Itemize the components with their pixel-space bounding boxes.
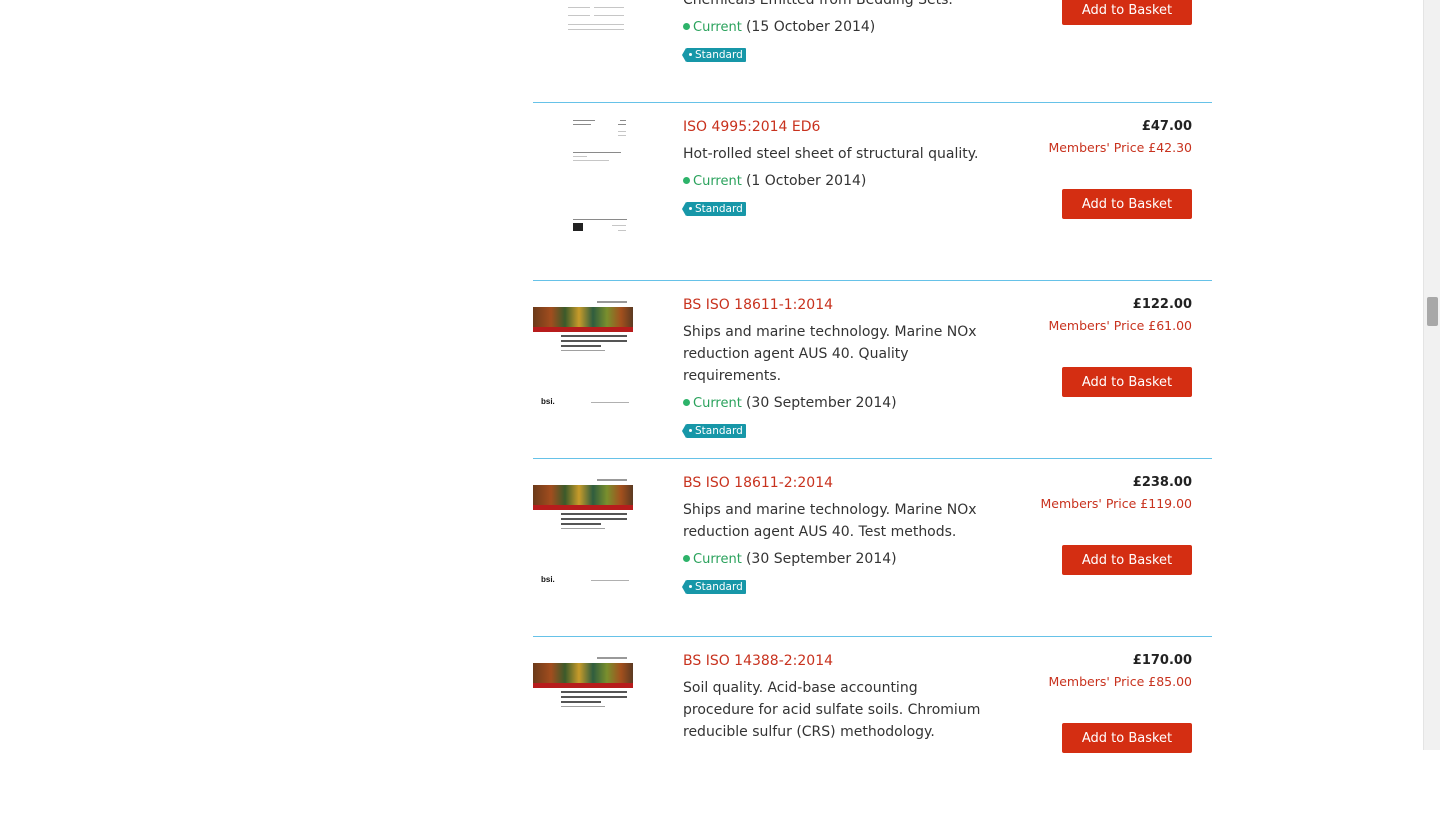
product-description: Soil quality. Acid-base accounting proce… [683,680,981,740]
members-price: Members' Price £119.00 [1040,496,1193,511]
product-description: Hot-rolled steel sheet of structural qua… [683,146,979,162]
tag-icon [689,207,692,210]
tag-icon [689,429,692,432]
price: £170.00 [1132,653,1192,668]
add-to-basket-button[interactable]: Add to Basket [1062,0,1192,25]
product-description: Chemicals Emitted from Bedding Sets. [683,0,953,8]
status-label: Current [693,20,742,35]
price: £47.00 [1141,119,1192,134]
product-cover-thumbnail[interactable]: bsi. [533,293,633,423]
page-scrollbar[interactable] [1423,0,1440,750]
status-date: (30 September 2014) [745,395,897,411]
tag-icon [689,585,692,588]
add-to-basket-button[interactable]: Add to Basket [1062,367,1192,397]
product-description: Ships and marine technology. Marine NOx … [683,502,977,540]
result-item: bsi. BS ISO 18611-1:2014 Ships and marin… [533,280,1212,458]
status-date: (15 October 2014) [745,19,876,35]
search-results-list: Chemicals Emitted from Bedding Sets. Cur… [533,0,1212,814]
product-status: Current (1 October 2014) [683,171,983,192]
product-type-label: Standard [695,425,743,437]
product-code-link[interactable]: BS ISO 18611-2:2014 [683,473,983,493]
product-type-tag: Standard [682,202,746,216]
add-to-basket-button[interactable]: Add to Basket [1062,723,1192,753]
product-type-label: Standard [695,49,743,61]
product-code-link[interactable]: ISO 4995:2014 ED6 [683,117,983,137]
status-dot-icon [683,23,690,30]
add-to-basket-button[interactable]: Add to Basket [1062,189,1192,219]
status-label: Current [693,174,742,189]
add-to-basket-button[interactable]: Add to Basket [1062,545,1192,575]
pricing: £122.00 Members' Price £61.00 Add to Bas… [972,295,1192,397]
pricing: £47.00 Members' Price £42.30 Add to Bask… [972,117,1192,219]
product-cover-thumbnail[interactable] [533,649,633,779]
result-item: Chemicals Emitted from Bedding Sets. Cur… [533,0,1212,102]
pricing: £238.00 Members' Price £119.00 Add to Ba… [972,473,1193,575]
result-item: ISO 4995:2014 ED6 Hot-rolled steel sheet… [533,102,1212,280]
members-price: Members' Price £61.00 [1048,318,1192,333]
status-date: (1 October 2014) [745,173,867,189]
pricing: £170.00 Members' Price £85.00 Add to Bas… [972,651,1192,753]
tag-icon [689,53,692,56]
status-dot-icon [683,177,690,184]
status-label: Current [693,396,742,411]
product-type-tag: Standard [682,424,746,438]
result-item: bsi. BS ISO 18611-2:2014 Ships and marin… [533,458,1212,636]
product-cover-thumbnail[interactable] [533,115,633,245]
product-type-tag: Standard [682,580,746,594]
product-type-label: Standard [695,581,743,593]
price: £238.00 [1132,475,1192,490]
result-item: BS ISO 14388-2:2014 Soil quality. Acid-b… [533,636,1212,814]
scrollbar-thumb[interactable] [1427,297,1438,326]
status-dot-icon [683,399,690,406]
status-dot-icon [683,555,690,562]
product-cover-thumbnail[interactable] [533,0,633,67]
product-status: Current (30 September 2014) [683,393,983,414]
status-date: (30 September 2014) [745,551,897,567]
product-status: Current (30 September 2014) [683,549,983,570]
bsi-logo: bsi. [541,575,555,584]
bsi-logo: bsi. [541,397,555,406]
status-label: Current [693,552,742,567]
product-type-tag: Standard [682,48,746,62]
members-price: Members' Price £42.30 [1048,140,1192,155]
product-description: Ships and marine technology. Marine NOx … [683,324,977,384]
product-code-link[interactable]: BS ISO 18611-1:2014 [683,295,983,315]
product-status: Current (15 October 2014) [683,17,983,38]
price: £122.00 [1132,297,1192,312]
product-type-label: Standard [695,203,743,215]
product-cover-thumbnail[interactable]: bsi. [533,471,633,601]
members-price: Members' Price £85.00 [1048,674,1192,689]
product-code-link[interactable]: BS ISO 14388-2:2014 [683,651,983,671]
